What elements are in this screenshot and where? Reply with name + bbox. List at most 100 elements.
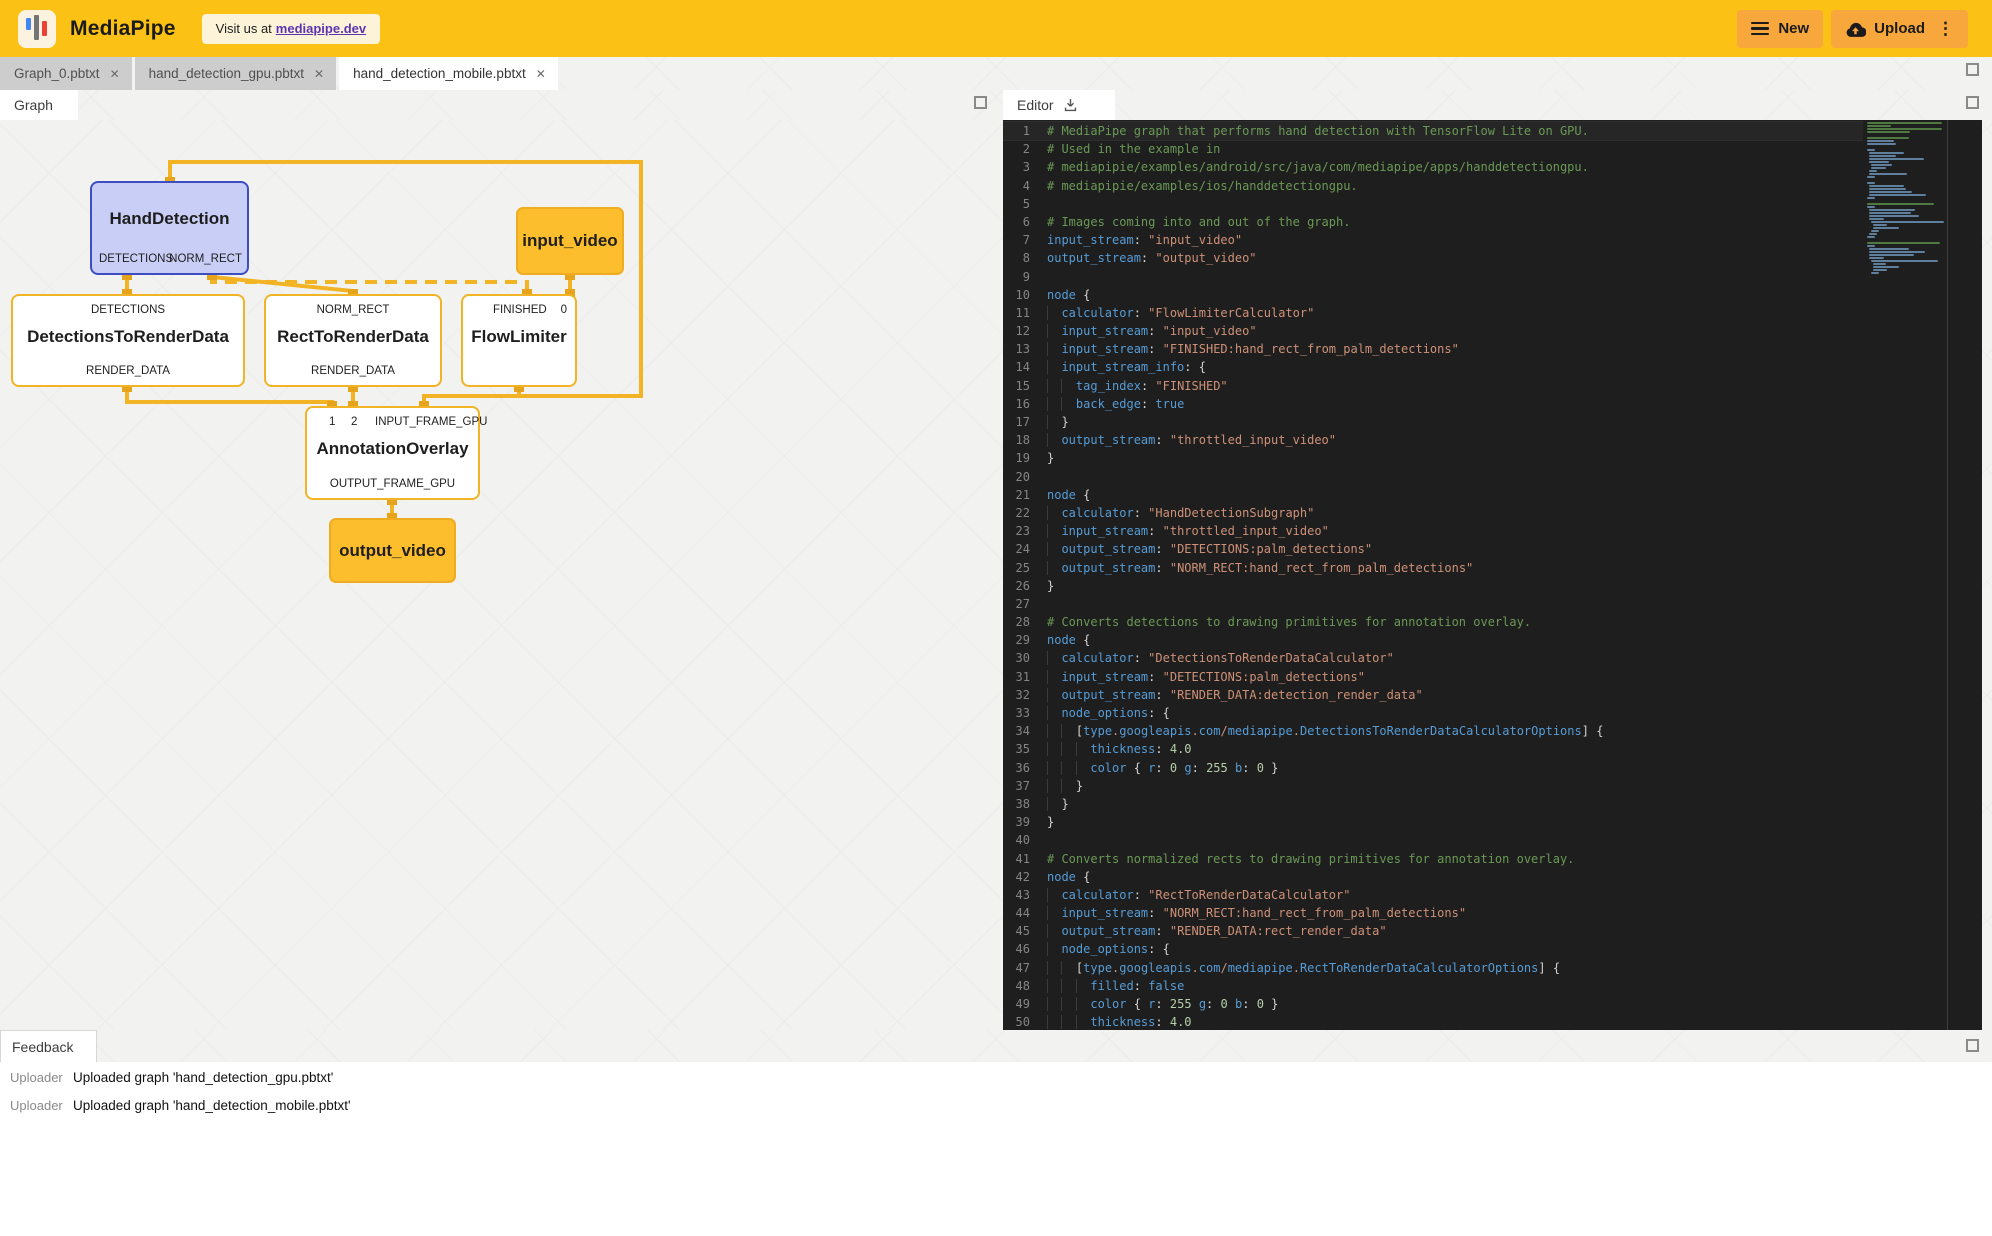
- code-line-text[interactable]: }: [1047, 449, 1054, 467]
- code-line-text[interactable]: # mediapipie/examples/android/src/java/c…: [1047, 158, 1589, 176]
- code-line-text[interactable]: }: [1047, 577, 1054, 595]
- code-line-text[interactable]: input_stream: "input_video": [1047, 231, 1242, 249]
- code-row[interactable]: 23 input_stream: "throttled_input_video": [1003, 522, 1863, 540]
- code-row[interactable]: 26}: [1003, 577, 1863, 595]
- close-icon[interactable]: ✕: [110, 67, 120, 81]
- code-row[interactable]: 40: [1003, 831, 1863, 849]
- code-line-text[interactable]: input_stream: "throttled_input_video": [1047, 522, 1329, 540]
- code-line-text[interactable]: [type.googleapis.com/mediapipe.RectToRen…: [1047, 959, 1560, 977]
- graph-canvas[interactable]: HandDetection DETECTIONS NORM_RECT input…: [0, 120, 1003, 1030]
- code-line-text[interactable]: calculator: "FlowLimiterCalculator": [1047, 304, 1314, 322]
- code-row[interactable]: 7input_stream: "input_video": [1003, 231, 1863, 249]
- code-row[interactable]: 18 output_stream: "throttled_input_video…: [1003, 431, 1863, 449]
- mediapipe-dev-link[interactable]: mediapipe.dev: [276, 21, 366, 36]
- code-line-text[interactable]: }: [1047, 413, 1069, 431]
- code-line-text[interactable]: node {: [1047, 631, 1090, 649]
- code-row[interactable]: 31 input_stream: "DETECTIONS:palm_detect…: [1003, 668, 1863, 686]
- maximize-editor-panel-icon[interactable]: [1966, 96, 1979, 109]
- code-line-text[interactable]: output_stream: "RENDER_DATA:detection_re…: [1047, 686, 1423, 704]
- code-line-text[interactable]: input_stream: "DETECTIONS:palm_detection…: [1047, 668, 1365, 686]
- code-row[interactable]: 13 input_stream: "FINISHED:hand_rect_fro…: [1003, 340, 1863, 358]
- close-icon[interactable]: ✕: [314, 67, 324, 81]
- code-row[interactable]: 33 node_options: {: [1003, 704, 1863, 722]
- code-row[interactable]: 32 output_stream: "RENDER_DATA:detection…: [1003, 686, 1863, 704]
- code-row[interactable]: 48 filled: false: [1003, 977, 1863, 995]
- code-line-text[interactable]: input_stream_info: {: [1047, 358, 1206, 376]
- code-lines[interactable]: 1# MediaPipe graph that performs hand de…: [1003, 122, 1863, 1030]
- more-options-icon[interactable]: ⋮: [1937, 20, 1954, 37]
- code-line-text[interactable]: }: [1047, 777, 1083, 795]
- maximize-window-icon[interactable]: [1966, 63, 1979, 76]
- code-row[interactable]: 42node {: [1003, 868, 1863, 886]
- tab-editor-panel[interactable]: Editor: [1003, 90, 1115, 120]
- tab-hand-detection-mobile[interactable]: hand_detection_mobile.pbtxt ✕: [339, 57, 558, 90]
- code-row[interactable]: 46 node_options: {: [1003, 940, 1863, 958]
- code-row[interactable]: 16 back_edge: true: [1003, 395, 1863, 413]
- close-icon[interactable]: ✕: [536, 67, 546, 81]
- code-line-text[interactable]: # Converts normalized rects to drawing p…: [1047, 850, 1574, 868]
- code-line-text[interactable]: output_stream: "NORM_RECT:hand_rect_from…: [1047, 559, 1473, 577]
- code-line-text[interactable]: output_stream: "throttled_input_video": [1047, 431, 1336, 449]
- code-row[interactable]: 4# mediapipie/examples/ios/handdetection…: [1003, 177, 1863, 195]
- code-row[interactable]: 34 [type.googleapis.com/mediapipe.Detect…: [1003, 722, 1863, 740]
- code-line-text[interactable]: thickness: 4.0: [1047, 1013, 1192, 1030]
- node-hand-detection[interactable]: HandDetection DETECTIONS NORM_RECT: [90, 181, 249, 275]
- code-row[interactable]: 44 input_stream: "NORM_RECT:hand_rect_fr…: [1003, 904, 1863, 922]
- node-annotation-overlay[interactable]: 1 2 INPUT_FRAME_GPU AnnotationOverlay OU…: [305, 406, 480, 500]
- tab-graph-0[interactable]: Graph_0.pbtxt ✕: [0, 57, 132, 90]
- code-line-text[interactable]: # MediaPipe graph that performs hand det…: [1047, 122, 1589, 140]
- code-line-text[interactable]: tag_index: "FINISHED": [1047, 377, 1228, 395]
- code-row[interactable]: 1# MediaPipe graph that performs hand de…: [1003, 122, 1863, 140]
- code-editor[interactable]: 1# MediaPipe graph that performs hand de…: [1003, 120, 1982, 1030]
- code-line-text[interactable]: }: [1047, 813, 1054, 831]
- code-row[interactable]: 30 calculator: "DetectionsToRenderDataCa…: [1003, 649, 1863, 667]
- code-line-text[interactable]: # mediapipie/examples/ios/handdetectiong…: [1047, 177, 1358, 195]
- code-row[interactable]: 2# Used in the example in: [1003, 140, 1863, 158]
- code-row[interactable]: 19}: [1003, 449, 1863, 467]
- code-row[interactable]: 41# Converts normalized rects to drawing…: [1003, 850, 1863, 868]
- minimap[interactable]: [1867, 122, 1945, 275]
- code-row[interactable]: 43 calculator: "RectToRenderDataCalculat…: [1003, 886, 1863, 904]
- code-row[interactable]: 6# Images coming into and out of the gra…: [1003, 213, 1863, 231]
- code-line-text[interactable]: [type.googleapis.com/mediapipe.Detection…: [1047, 722, 1603, 740]
- code-row[interactable]: 49 color { r: 255 g: 0 b: 0 }: [1003, 995, 1863, 1013]
- code-row[interactable]: 38 }: [1003, 795, 1863, 813]
- node-input-video[interactable]: input_video: [516, 207, 624, 275]
- code-line-text[interactable]: output_stream: "RENDER_DATA:rect_render_…: [1047, 922, 1387, 940]
- code-row[interactable]: 25 output_stream: "NORM_RECT:hand_rect_f…: [1003, 559, 1863, 577]
- node-output-video[interactable]: output_video: [329, 518, 456, 583]
- code-row[interactable]: 11 calculator: "FlowLimiterCalculator": [1003, 304, 1863, 322]
- code-row[interactable]: 8output_stream: "output_video": [1003, 249, 1863, 267]
- code-line-text[interactable]: filled: false: [1047, 977, 1184, 995]
- code-line-text[interactable]: # Converts detections to drawing primiti…: [1047, 613, 1531, 631]
- code-line-text[interactable]: back_edge: true: [1047, 395, 1184, 413]
- code-row[interactable]: 29node {: [1003, 631, 1863, 649]
- code-line-text[interactable]: # Images coming into and out of the grap…: [1047, 213, 1350, 231]
- code-row[interactable]: 10node {: [1003, 286, 1863, 304]
- code-line-text[interactable]: node_options: {: [1047, 704, 1170, 722]
- code-line-text[interactable]: output_stream: "output_video": [1047, 249, 1257, 267]
- code-line-text[interactable]: node_options: {: [1047, 940, 1170, 958]
- tab-feedback[interactable]: Feedback: [0, 1030, 97, 1062]
- code-row[interactable]: 50 thickness: 4.0: [1003, 1013, 1863, 1030]
- code-row[interactable]: 22 calculator: "HandDetectionSubgraph": [1003, 504, 1863, 522]
- code-row[interactable]: 39}: [1003, 813, 1863, 831]
- code-row[interactable]: 12 input_stream: "input_video": [1003, 322, 1863, 340]
- code-row[interactable]: 20: [1003, 468, 1863, 486]
- code-row[interactable]: 27: [1003, 595, 1863, 613]
- code-row[interactable]: 36 color { r: 0 g: 255 b: 0 }: [1003, 759, 1863, 777]
- code-row[interactable]: 14 input_stream_info: {: [1003, 358, 1863, 376]
- code-line-text[interactable]: node {: [1047, 486, 1090, 504]
- code-row[interactable]: 3# mediapipie/examples/android/src/java/…: [1003, 158, 1863, 176]
- code-line-text[interactable]: input_stream: "FINISHED:hand_rect_from_p…: [1047, 340, 1459, 358]
- maximize-feedback-panel-icon[interactable]: [1966, 1039, 1979, 1052]
- tab-graph-panel[interactable]: Graph: [0, 90, 78, 120]
- code-line-text[interactable]: output_stream: "DETECTIONS:palm_detectio…: [1047, 540, 1372, 558]
- code-row[interactable]: 17 }: [1003, 413, 1863, 431]
- node-flow-limiter[interactable]: FINISHED 0 FlowLimiter: [461, 294, 577, 387]
- code-row[interactable]: 15 tag_index: "FINISHED": [1003, 377, 1863, 395]
- visit-us-button[interactable]: Visit us at mediapipe.dev: [202, 14, 380, 44]
- code-line-text[interactable]: calculator: "HandDetectionSubgraph": [1047, 504, 1314, 522]
- code-line-text[interactable]: thickness: 4.0: [1047, 740, 1192, 758]
- code-line-text[interactable]: color { r: 255 g: 0 b: 0 }: [1047, 995, 1278, 1013]
